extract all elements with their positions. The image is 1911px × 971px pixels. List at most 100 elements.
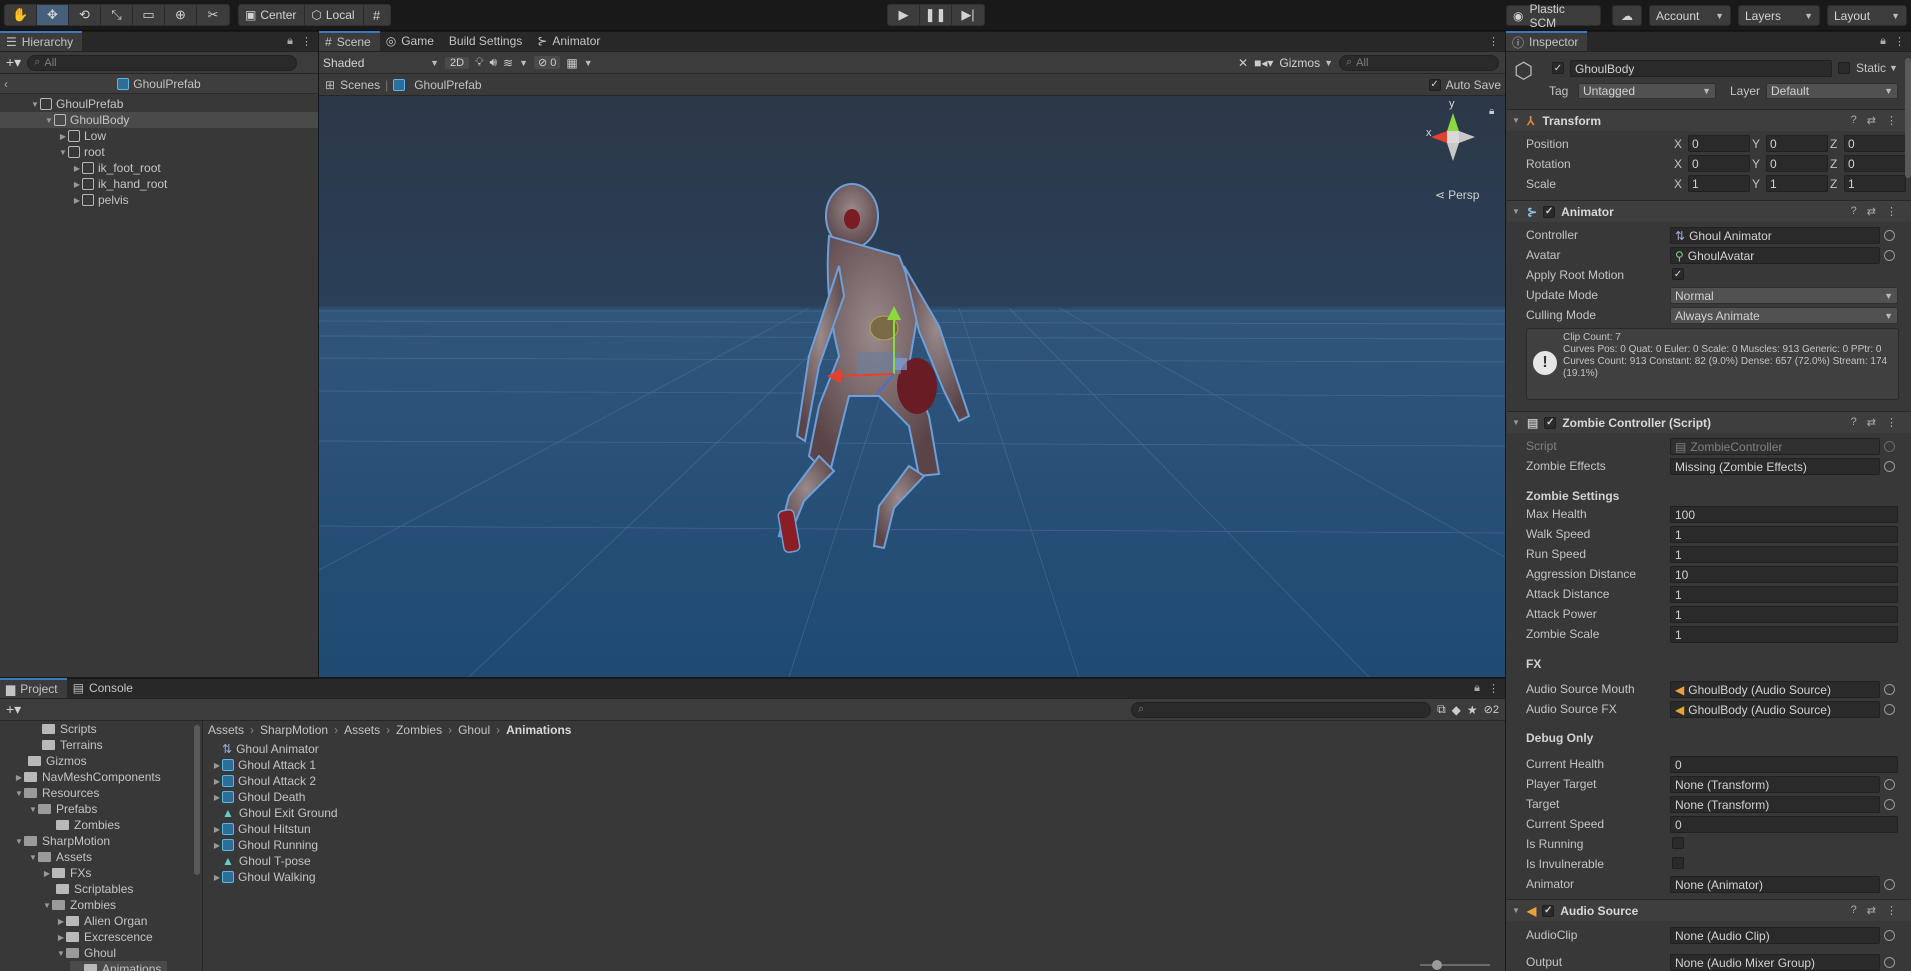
is-invulnerable-checkbox[interactable] bbox=[1672, 857, 1684, 869]
expand-arrow-icon[interactable]: ▶ bbox=[58, 132, 68, 141]
zombie-controller-header[interactable]: ▼ ▤ ✓ Zombie Controller (Script) ? ⇄ ⋮ bbox=[1507, 411, 1911, 433]
breadcrumb-prefab[interactable]: GhoulPrefab bbox=[414, 78, 481, 92]
more-icon[interactable]: ⋮ bbox=[301, 35, 312, 48]
project-search-input[interactable]: ⌕ bbox=[1131, 701, 1432, 718]
expand-arrow-icon[interactable]: ▶ bbox=[212, 841, 222, 850]
grid-snap-icon[interactable]: # bbox=[364, 5, 390, 25]
expand-arrow-icon[interactable]: ▶ bbox=[72, 164, 82, 173]
animator-header[interactable]: ▼ ⊱ ✓ Animator ? ⇄ ⋮ bbox=[1507, 200, 1911, 222]
play-icon[interactable]: ▶ bbox=[888, 5, 920, 25]
preset-icon[interactable]: ⇄ bbox=[1867, 114, 1876, 127]
asset-item[interactable]: ▶ Ghoul Attack 2 bbox=[212, 773, 316, 789]
expand-arrow-icon[interactable]: ▼ bbox=[30, 100, 40, 109]
animator-field[interactable]: None (Animator) bbox=[1670, 876, 1880, 893]
tree-item[interactable]: ▶ Excrescence bbox=[56, 929, 153, 945]
expand-arrow-icon[interactable]: ▼ bbox=[1511, 906, 1521, 915]
help-icon[interactable]: ? bbox=[1851, 114, 1857, 127]
tree-item[interactable]: ▶ NavMeshComponents bbox=[14, 769, 161, 785]
zombie-effects-field[interactable]: Missing (Zombie Effects) bbox=[1670, 458, 1880, 475]
more-icon[interactable]: ⋮ bbox=[1886, 416, 1897, 429]
layers-dropdown[interactable]: Layers ▼ bbox=[1738, 5, 1820, 26]
hierarchy-item[interactable]: ▶ pelvis bbox=[0, 192, 318, 208]
object-name-field[interactable]: GhoulBody bbox=[1570, 60, 1832, 77]
add-icon[interactable]: +▾ bbox=[6, 701, 21, 718]
expand-arrow-icon[interactable]: ▼ bbox=[14, 837, 24, 846]
filter-type-icon[interactable]: ⧉ bbox=[1437, 702, 1446, 717]
effects-icon[interactable]: ≋ bbox=[503, 56, 513, 70]
controller-field[interactable]: ⇅ Ghoul Animator bbox=[1670, 227, 1880, 244]
asset-item[interactable]: ▶ Ghoul Hitstun bbox=[212, 821, 311, 837]
expand-arrow-icon[interactable]: ▼ bbox=[1511, 207, 1521, 216]
expand-arrow-icon[interactable]: ▼ bbox=[28, 805, 38, 814]
tab-hierarchy[interactable]: ☰ Hierarchy bbox=[0, 31, 83, 51]
transform-header[interactable]: ▼ ⅄ Transform ? ⇄ ⋮ bbox=[1507, 109, 1911, 131]
step-icon[interactable]: ▶| bbox=[952, 5, 984, 25]
tab-animator[interactable]: ⊱ Animator bbox=[531, 31, 609, 51]
expand-arrow-icon[interactable]: ▶ bbox=[212, 825, 222, 834]
tree-item[interactable]: Scripts bbox=[42, 721, 97, 737]
component-enabled-checkbox[interactable]: ✓ bbox=[1543, 205, 1556, 218]
plastic-scm-button[interactable]: ◉ Plastic SCM bbox=[1506, 2, 1601, 30]
expand-arrow-icon[interactable]: ▶ bbox=[72, 180, 82, 189]
transform-tool-icon[interactable]: ⊕ bbox=[165, 5, 197, 25]
expand-arrow-icon[interactable]: ▶ bbox=[212, 873, 222, 882]
scale-x[interactable]: X1 bbox=[1674, 175, 1750, 192]
asset-item[interactable]: ▲ Ghoul T-pose bbox=[212, 853, 311, 869]
tree-item[interactable]: ▼ SharpMotion bbox=[14, 833, 110, 849]
scale-y[interactable]: Y1 bbox=[1752, 175, 1828, 192]
back-arrow-icon[interactable]: ‹ bbox=[4, 77, 8, 91]
audio-icon[interactable]: 🔊︎ bbox=[489, 55, 497, 70]
expand-arrow-icon[interactable]: ▼ bbox=[1511, 116, 1521, 125]
aggression-distance-field[interactable]: 10 bbox=[1670, 566, 1898, 583]
tab-scene[interactable]: # Scene bbox=[319, 31, 380, 51]
audio-clip-field[interactable]: None (Audio Clip) bbox=[1670, 927, 1880, 944]
component-enabled-checkbox[interactable]: ✓ bbox=[1542, 904, 1555, 917]
audio-source-mouth-field[interactable]: ◀ GhoulBody (Audio Source) bbox=[1670, 681, 1880, 698]
add-icon[interactable]: +▾ bbox=[6, 54, 21, 71]
rotation-x[interactable]: X0 bbox=[1674, 155, 1750, 172]
breadcrumb-item[interactable]: Ghoul bbox=[458, 723, 490, 737]
more-icon[interactable]: ⋮ bbox=[1886, 114, 1897, 127]
asset-item[interactable]: ▶ Ghoul Death bbox=[212, 789, 305, 805]
asset-item[interactable]: ▶ Ghoul Attack 1 bbox=[212, 757, 316, 773]
rect-tool-icon[interactable]: ▭ bbox=[133, 5, 165, 25]
lock-icon[interactable]: 🔒︎ bbox=[1489, 106, 1494, 117]
account-dropdown[interactable]: Account ▼ bbox=[1649, 5, 1731, 26]
object-picker-icon[interactable] bbox=[1884, 250, 1895, 261]
max-health-field[interactable]: 100 bbox=[1670, 506, 1898, 523]
custom-tool-icon[interactable]: ✂ bbox=[197, 5, 229, 25]
icon-size-slider-handle[interactable] bbox=[1432, 960, 1442, 970]
target-field[interactable]: None (Transform) bbox=[1670, 796, 1880, 813]
active-checkbox[interactable]: ✓ bbox=[1552, 62, 1564, 74]
static-dropdown[interactable]: Static ▼ bbox=[1856, 61, 1898, 75]
current-speed-field[interactable]: 0 bbox=[1670, 816, 1898, 833]
avatar-field[interactable]: ⚲ GhoulAvatar bbox=[1670, 247, 1880, 264]
output-field[interactable]: None (Audio Mixer Group) bbox=[1670, 954, 1880, 971]
lock-icon[interactable]: 🔒︎ bbox=[1474, 682, 1480, 695]
lock-icon[interactable]: 🔒︎ bbox=[1880, 35, 1886, 48]
position-y[interactable]: Y0 bbox=[1752, 135, 1828, 152]
move-tool-icon[interactable]: ✥ bbox=[37, 5, 69, 25]
tree-item[interactable]: ▼ Zombies bbox=[42, 897, 116, 913]
autosave-checkbox[interactable]: ✓ bbox=[1428, 78, 1441, 91]
gizmos-dropdown[interactable]: Gizmos ▼ bbox=[1279, 56, 1333, 70]
tree-item[interactable]: Terrains bbox=[42, 737, 103, 753]
position-z[interactable]: Z0 bbox=[1830, 135, 1906, 152]
hidden-packages-icon[interactable]: ⊘2 bbox=[1484, 703, 1499, 716]
tree-item[interactable]: ▶ Alien Organ bbox=[56, 913, 147, 929]
tree-item[interactable]: ▶ FXs bbox=[42, 865, 91, 881]
tree-item[interactable]: ▼ Assets bbox=[28, 849, 92, 865]
object-picker-icon[interactable] bbox=[1884, 704, 1895, 715]
tab-console[interactable]: ▤ Console bbox=[67, 678, 142, 698]
expand-arrow-icon[interactable]: ▶ bbox=[14, 773, 24, 782]
tree-item[interactable]: Zombies bbox=[56, 817, 120, 833]
more-icon[interactable]: ⋮ bbox=[1886, 904, 1897, 917]
preset-icon[interactable]: ⇄ bbox=[1867, 205, 1876, 218]
component-enabled-checkbox[interactable]: ✓ bbox=[1544, 416, 1557, 429]
hand-tool-icon[interactable]: ✋ bbox=[5, 5, 37, 25]
rotation-z[interactable]: Z0 bbox=[1830, 155, 1906, 172]
shading-dropdown[interactable]: Shaded ▼ bbox=[323, 56, 439, 70]
expand-arrow-icon[interactable]: ▶ bbox=[42, 869, 52, 878]
tab-project[interactable]: ▆ Project bbox=[0, 678, 67, 698]
tree-item[interactable]: Gizmos bbox=[28, 753, 87, 769]
